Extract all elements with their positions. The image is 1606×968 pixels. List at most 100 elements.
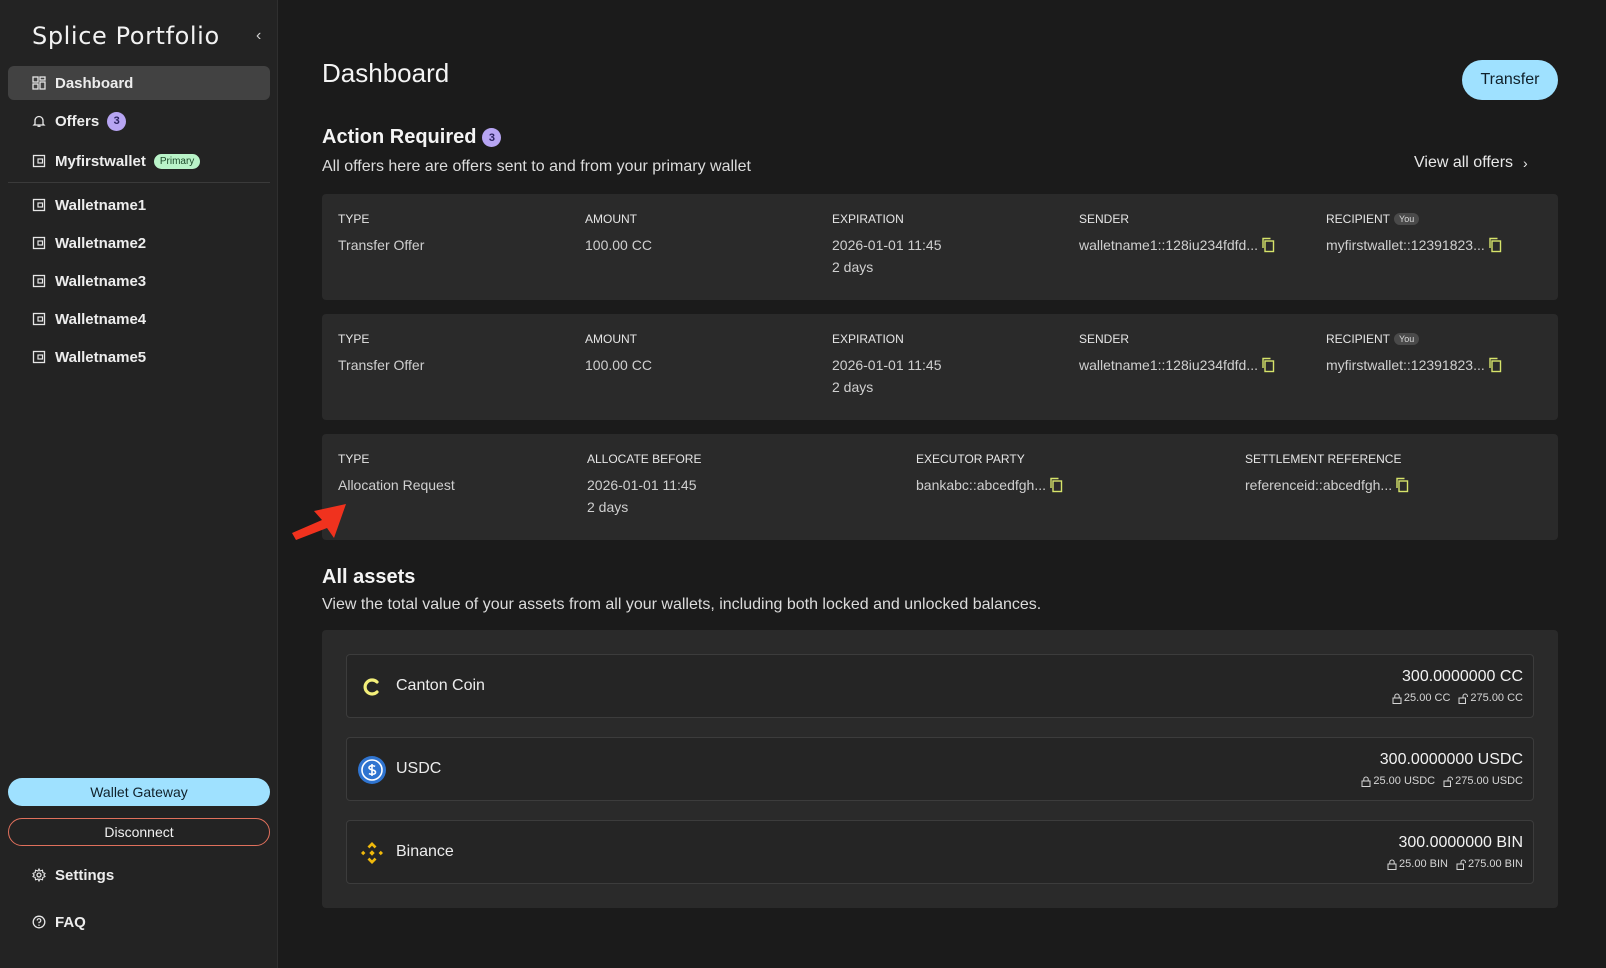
asset-name: Canton Coin (396, 677, 485, 694)
assets-panel: Canton Coin 300.0000000 CC 25.00 CC 275.… (322, 630, 1558, 908)
recipient-label: RECIPIENT (1326, 332, 1391, 346)
unlock-icon (1456, 859, 1466, 870)
transfer-button[interactable]: Transfer (1462, 60, 1558, 100)
offer-type: TYPE Transfer Offer (338, 332, 424, 376)
copy-icon[interactable] (1261, 357, 1275, 373)
locked-balance: 25.00 BIN (1387, 858, 1448, 870)
asset-total: 300.0000000 BIN (1398, 834, 1523, 851)
offer-recipient: RECIPIENT You myfirstwallet::12391823... (1326, 332, 1502, 376)
sidebar-item-label: Myfirstwallet (55, 152, 146, 170)
sidebar-item-settings[interactable]: Settings (8, 858, 270, 892)
asset-name: USDC (396, 760, 442, 777)
sidebar-item-label: Settings (55, 866, 115, 884)
amount-label: AMOUNT (585, 212, 637, 226)
annotation-arrow-icon (292, 504, 346, 540)
binance-icon (361, 842, 383, 864)
sender-address: walletname1::128iu234fdfd... (1079, 237, 1259, 253)
sidebar-item-walletname3[interactable]: Walletname3 (8, 264, 270, 298)
copy-icon[interactable] (1488, 237, 1502, 253)
allocation-type: TYPE Allocation Request (338, 452, 455, 496)
executor-label: EXECUTOR PARTY (916, 452, 1025, 466)
sidebar-item-label: Walletname2 (55, 234, 147, 252)
sidebar-item-faq[interactable]: FAQ (8, 905, 270, 939)
copy-icon[interactable] (1488, 357, 1502, 373)
settlement-reference: SETTLEMENT REFERENCE referenceid::abcedf… (1245, 452, 1409, 496)
brand-logo: Splice Portfolio (32, 22, 220, 50)
asset-balances: 25.00 CC 275.00 CC (1384, 692, 1523, 704)
offer-amount: AMOUNT 100.00 CC (585, 332, 652, 376)
amount-value: 100.00 CC (585, 237, 652, 253)
offer-card[interactable]: TYPE Transfer Offer AMOUNT 100.00 CC EXP… (322, 314, 1558, 420)
locked-amount: 25.00 BIN (1399, 858, 1448, 870)
locked-amount: 25.00 CC (1403, 692, 1451, 704)
copy-icon[interactable] (1395, 477, 1409, 493)
unlocked-balance: 275.00 BIN (1456, 858, 1523, 870)
type-value: Allocation Request (338, 477, 455, 493)
asset-row-canton-coin[interactable]: Canton Coin 300.0000000 CC 25.00 CC 275.… (346, 654, 1534, 718)
allocation-card[interactable]: TYPE Allocation Request ALLOCATE BEFORE … (322, 434, 1558, 540)
wallet-icon (32, 274, 46, 288)
type-value: Transfer Offer (338, 357, 425, 373)
unlocked-amount: 275.00 BIN (1467, 858, 1523, 870)
chevron-right-icon: › (1523, 155, 1528, 171)
sidebar-item-walletname4[interactable]: Walletname4 (8, 302, 270, 336)
recipient-address: myfirstwallet::12391823... (1326, 357, 1485, 373)
sidebar-item-label: Offers (55, 112, 100, 130)
offer-expiration: EXPIRATION 2026-01-01 11:45 2 days (832, 212, 942, 278)
settlement-label: SETTLEMENT REFERENCE (1245, 452, 1402, 466)
unlocked-balance: 275.00 CC (1458, 692, 1523, 704)
wallet-icon (32, 350, 46, 364)
unlocked-amount: 275.00 CC (1470, 692, 1523, 704)
sidebar-item-walletname2[interactable]: Walletname2 (8, 226, 270, 260)
sidebar-item-dashboard[interactable]: Dashboard (8, 66, 270, 100)
asset-total: 300.0000000 CC (1402, 668, 1523, 685)
amount-label: AMOUNT (585, 332, 637, 346)
settlement-address: referenceid::abcedfgh... (1245, 477, 1393, 493)
recipient-address: myfirstwallet::12391823... (1326, 237, 1485, 253)
sidebar-item-walletname5[interactable]: Walletname5 (8, 340, 270, 374)
usdc-icon (358, 756, 386, 784)
sender-label: SENDER (1079, 212, 1130, 226)
allocate-before: ALLOCATE BEFORE 2026-01-01 11:45 2 days (587, 452, 701, 518)
sidebar: Splice Portfolio ‹ Dashboard Offers 3 My… (0, 0, 278, 968)
locked-balance: 25.00 USDC (1361, 775, 1435, 787)
all-assets-title: All assets (322, 566, 416, 588)
offer-card[interactable]: TYPE Transfer Offer AMOUNT 100.00 CC EXP… (322, 194, 1558, 300)
recipient-value: myfirstwallet::12391823... (1326, 234, 1502, 256)
page-title: Dashboard (322, 58, 450, 88)
recipient-label-row: RECIPIENT You (1326, 212, 1502, 226)
offer-sender: SENDER walletname1::128iu234fdfd... (1079, 212, 1275, 256)
offer-type: TYPE Transfer Offer (338, 212, 424, 256)
type-label: TYPE (338, 212, 370, 226)
expiration-label: EXPIRATION (832, 212, 904, 226)
sidebar-item-walletname1[interactable]: Walletname1 (8, 188, 270, 222)
copy-icon[interactable] (1049, 477, 1063, 493)
main-content: Dashboard Transfer Action Required 3 All… (278, 0, 1606, 968)
sidebar-item-offers[interactable]: Offers 3 (8, 104, 270, 138)
collapse-sidebar-icon[interactable]: ‹ (256, 27, 270, 45)
expiration-label: EXPIRATION (832, 332, 904, 346)
disconnect-button[interactable]: Disconnect (8, 818, 270, 846)
sidebar-item-myfirstwallet[interactable]: Myfirstwallet Primary (8, 144, 270, 178)
asset-row-usdc[interactable]: USDC 300.0000000 USDC 25.00 USDC 275.00 … (346, 737, 1534, 801)
wallet-icon (32, 154, 46, 168)
allocate-before-value: 2026-01-01 11:45 (587, 477, 697, 493)
unlock-icon (1458, 693, 1469, 704)
recipient-label: RECIPIENT (1326, 212, 1391, 226)
copy-icon[interactable] (1261, 237, 1275, 253)
sidebar-item-label: Dashboard (55, 74, 134, 92)
canton-coin-icon (363, 678, 379, 696)
recipient-value: myfirstwallet::12391823... (1326, 354, 1502, 376)
wallet-icon (32, 312, 46, 326)
executor-value: bankabc::abcedfgh... (916, 474, 1063, 496)
locked-amount: 25.00 USDC (1373, 775, 1436, 787)
bell-icon (32, 114, 46, 128)
asset-row-binance[interactable]: Binance 300.0000000 BIN 25.00 BIN 275.00… (346, 820, 1534, 884)
view-all-offers-link[interactable]: View all offers › (1414, 154, 1528, 172)
action-required-subtitle: All offers here are offers sent to and f… (322, 158, 751, 175)
sidebar-item-label: FAQ (55, 913, 86, 931)
view-all-offers-label: View all offers (1414, 154, 1514, 171)
wallet-gateway-button[interactable]: Wallet Gateway (8, 778, 270, 806)
recipient-label-row: RECIPIENT You (1326, 332, 1502, 346)
unlocked-amount: 275.00 USDC (1455, 775, 1523, 787)
